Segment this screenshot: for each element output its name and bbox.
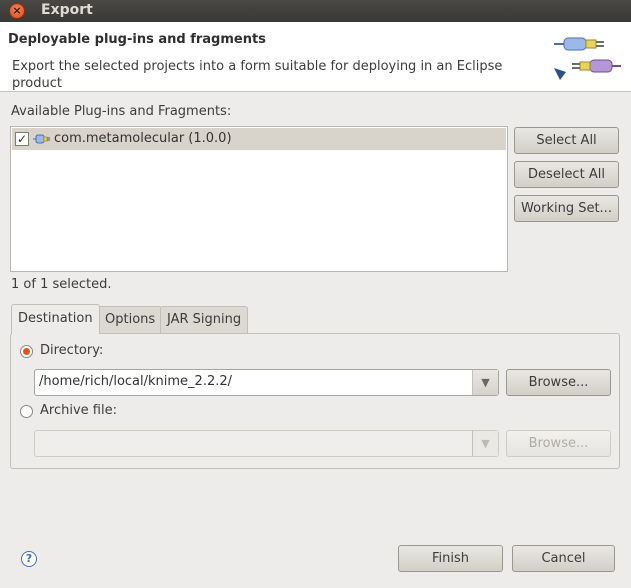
tab-jar-signing[interactable]: JAR Signing	[160, 306, 249, 333]
select-all-button[interactable]: Select All	[514, 127, 619, 154]
working-set-button[interactable]: Working Set...	[514, 195, 619, 222]
plugin-icon	[33, 134, 50, 144]
close-icon[interactable]: ×	[9, 3, 25, 19]
archive-label: Archive file:	[40, 403, 117, 418]
plug-in-export-wizard-icon	[554, 37, 621, 80]
tab-destination[interactable]: Destination	[11, 304, 100, 334]
available-plugins-label: Available Plug-ins and Fragments:	[11, 104, 232, 119]
directory-radio[interactable]	[20, 345, 33, 358]
plugin-checkbox[interactable]: ✓	[15, 132, 29, 146]
directory-browse-button[interactable]: Browse...	[506, 369, 611, 396]
help-icon[interactable]: ?	[21, 551, 37, 567]
directory-value[interactable]: /home/rich/local/knime_2.2.2/	[39, 374, 232, 389]
archive-radio[interactable]	[20, 405, 33, 418]
banner-title: Deployable plug-ins and fragments	[8, 32, 266, 47]
title-bar: × Export	[0, 0, 631, 22]
deselect-all-button[interactable]: Deselect All	[514, 161, 619, 188]
wizard-banner: Deployable plug-ins and fragments Export…	[0, 22, 631, 92]
window-title: Export	[41, 2, 93, 18]
banner-description: Export the selected projects into a form…	[12, 59, 503, 91]
chevron-down-icon[interactable]: ▼	[472, 431, 498, 456]
plugin-list[interactable]: ✓ com.metamolecular (1.0.0)	[10, 126, 508, 272]
chevron-down-icon[interactable]: ▼	[472, 370, 498, 395]
archive-combo[interactable]: ▼	[34, 430, 499, 457]
finish-button[interactable]: Finish	[398, 545, 503, 572]
archive-browse-button[interactable]: Browse...	[506, 430, 611, 457]
plugin-name: com.metamolecular (1.0.0)	[54, 131, 232, 146]
tab-options[interactable]: Options	[98, 306, 163, 333]
cancel-button[interactable]: Cancel	[512, 545, 615, 572]
selection-count: 1 of 1 selected.	[11, 277, 112, 292]
list-item[interactable]: ✓ com.metamolecular (1.0.0)	[12, 128, 506, 150]
directory-label: Directory:	[40, 343, 104, 358]
directory-combo[interactable]: /home/rich/local/knime_2.2.2/ ▼	[34, 369, 499, 396]
